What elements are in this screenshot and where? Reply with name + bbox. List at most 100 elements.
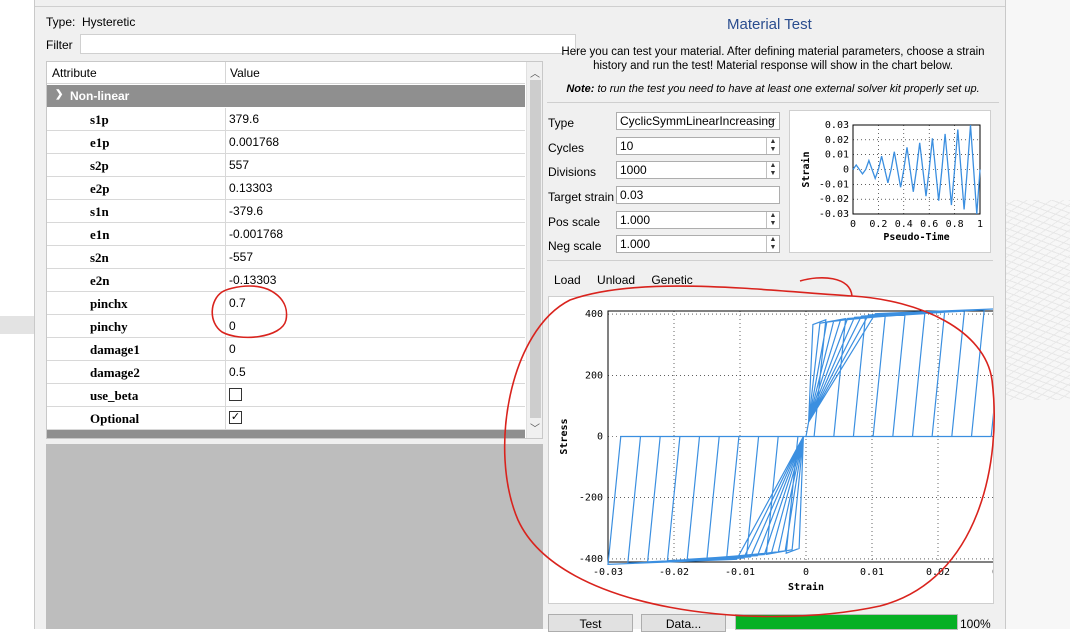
x-tick-label: -0.01 — [725, 567, 755, 578]
attribute-row-pinchy[interactable]: pinchy 0 — [47, 315, 525, 338]
stress-strain-chart: 400 200 0 -200 -400 -0.03 -0.02 -0.01 0 0.01 0.02 0… — [548, 296, 1016, 604]
attribute-row-damage1[interactable]: damage1 0 — [47, 338, 525, 361]
y-tick-label: 0.01 — [825, 150, 849, 161]
tab-genetic[interactable]: Genetic — [651, 273, 692, 287]
attribute-value[interactable]: -379.6 — [229, 204, 263, 218]
y-tick-label: 200 — [585, 370, 603, 381]
x-axis-label: Pseudo-Time — [883, 231, 949, 243]
pos-scale-stepper[interactable]: 1.000 ▲ ▼ — [616, 211, 780, 229]
type-select[interactable]: CyclicSymmLinearIncreasing ⌵ — [616, 112, 780, 130]
y-tick-label: 0 — [843, 165, 849, 176]
scroll-thumb[interactable] — [530, 80, 541, 418]
attribute-row-e1n[interactable]: e1n -0.001768 — [47, 223, 525, 246]
attribute-value[interactable]: 557 — [229, 158, 249, 172]
attribute-row-e2p[interactable]: e2p 0.13303 — [47, 177, 525, 200]
attribute-value[interactable]: -0.13303 — [229, 273, 276, 287]
attribute-name: e2p — [90, 181, 110, 196]
mesh-pattern — [1006, 200, 1070, 400]
attribute-value[interactable]: 0.7 — [229, 296, 246, 310]
x-axis-label: Strain — [788, 581, 824, 593]
divisions-stepper[interactable]: 1000 ▲ ▼ — [616, 161, 780, 179]
tab-load[interactable]: Load — [554, 273, 581, 287]
background-band — [0, 316, 34, 334]
target-strain-value: 0.03 — [620, 188, 644, 202]
filter-label: Filter — [46, 38, 73, 52]
attribute-value[interactable]: 0 — [229, 319, 236, 333]
attribute-row-use_beta[interactable]: use_beta — [47, 384, 525, 407]
tab-unload[interactable]: Unload — [597, 273, 635, 287]
attribute-name: damage2 — [90, 365, 140, 380]
hysteresis-series-line — [607, 307, 1005, 566]
attribute-value[interactable]: 379.6 — [229, 112, 259, 126]
header-attribute[interactable]: Attribute — [52, 66, 97, 80]
x-tick-label: 1 — [977, 219, 983, 230]
checkbox-Optional[interactable]: ✓ — [229, 411, 242, 424]
attribute-name: use_beta — [90, 388, 139, 403]
category-optional-collapsed[interactable] — [47, 430, 525, 438]
category-non-linear[interactable]: ❯ Non-linear — [47, 85, 525, 107]
checkbox-use_beta[interactable] — [229, 388, 242, 401]
cycles-label: Cycles — [548, 141, 585, 155]
scroll-up-icon[interactable]: ︿ — [530, 65, 540, 80]
attribute-name: s1p — [90, 112, 109, 127]
filter-input[interactable] — [80, 34, 576, 54]
attribute-value[interactable]: 0.5 — [229, 365, 246, 379]
header-value[interactable]: Value — [230, 66, 260, 80]
y-tick-label: -0.03 — [819, 209, 849, 220]
grid-header: Attribute Value — [47, 62, 525, 84]
pos-scale-value: 1.000 — [620, 213, 651, 227]
cycles-stepper[interactable]: 10 ▲ ▼ — [616, 137, 780, 155]
progress-fill — [736, 615, 957, 629]
y-axis-label: Stress — [559, 418, 570, 454]
attribute-name: e2n — [90, 273, 110, 288]
stress-strain-svg: 400 200 0 -200 -400 -0.03 -0.02 -0.01 0 0.01 0.02 0… — [559, 307, 1016, 593]
vertical-scrollbar[interactable]: ︿ ﹀ — [526, 62, 542, 438]
y-tick-label: -0.01 — [819, 179, 849, 190]
test-button[interactable]: Test — [548, 614, 633, 632]
attribute-name: pinchy — [90, 319, 128, 334]
spin-arrows-icon[interactable]: ▲ ▼ — [766, 212, 779, 228]
attribute-value[interactable]: 0.13303 — [229, 181, 272, 195]
target-strain-input[interactable]: 0.03 — [616, 186, 780, 204]
x-tick-label: -0.02 — [659, 567, 689, 578]
background-viewport — [1006, 0, 1070, 629]
material-dialog: Type: Hysteretic Filter Attribute Value … — [34, 0, 1016, 632]
spin-arrows-icon[interactable]: ▲ ▼ — [766, 138, 779, 154]
attribute-row-damage2[interactable]: damage2 0.5 — [47, 361, 525, 384]
chevron-down-icon[interactable]: ⌵ — [768, 114, 776, 125]
target-strain-label: Target strain — [548, 190, 615, 204]
attribute-row-e1p[interactable]: e1p 0.001768 — [47, 131, 525, 154]
attribute-value[interactable]: 0 — [229, 342, 236, 356]
spin-arrows-icon[interactable]: ▲ ▼ — [766, 236, 779, 252]
attribute-row-s1p[interactable]: s1p 379.6 — [47, 108, 525, 131]
cycles-value: 10 — [620, 139, 634, 153]
x-tick-label: 0.02 — [926, 567, 950, 578]
divisions-label: Divisions — [548, 165, 597, 179]
data-button[interactable]: Data... — [641, 614, 726, 632]
attribute-row-s2n[interactable]: s2n -557 — [47, 246, 525, 269]
type-label: Type: — [46, 15, 76, 29]
attribute-row-e2n[interactable]: e2n -0.13303 — [47, 269, 525, 292]
attribute-value[interactable]: 0.001768 — [229, 135, 279, 149]
attribute-value[interactable]: -557 — [229, 250, 253, 264]
note-bold: Note: — [566, 83, 595, 95]
progress-bar — [735, 614, 958, 630]
attribute-row-pinchx[interactable]: pinchx 0.7 — [47, 292, 525, 315]
chevron-down-icon[interactable]: ❯ — [55, 89, 63, 100]
type-value: Hysteretic — [82, 15, 136, 29]
attribute-name: pinchx — [90, 296, 128, 311]
panel-title: Material Test — [727, 16, 812, 33]
attribute-row-Optional[interactable]: Optional ✓ — [47, 407, 525, 430]
attribute-row-s1n[interactable]: s1n -379.6 — [47, 200, 525, 223]
attribute-row-s2p[interactable]: s2p 557 — [47, 154, 525, 177]
neg-scale-stepper[interactable]: 1.000 ▲ ▼ — [616, 235, 780, 253]
scroll-down-icon[interactable]: ﹀ — [530, 420, 540, 435]
attribute-name: e1p — [90, 135, 110, 150]
attribute-grid[interactable]: Attribute Value ❯ Non-linear s1p 379.6 e1p… — [46, 61, 543, 439]
spin-arrows-icon[interactable]: ▲ ▼ — [766, 162, 779, 178]
x-tick-label: 0 — [850, 219, 856, 230]
strain-history-chart: 0.03 0.02 0.01 0 -0.01 -0.02 -0.03 0 0.2 0.4 0.6 0.… — [789, 110, 991, 253]
y-tick-label: 0 — [597, 432, 603, 443]
x-tick-label: 0.01 — [860, 567, 884, 578]
attribute-value[interactable]: -0.001768 — [229, 227, 283, 241]
